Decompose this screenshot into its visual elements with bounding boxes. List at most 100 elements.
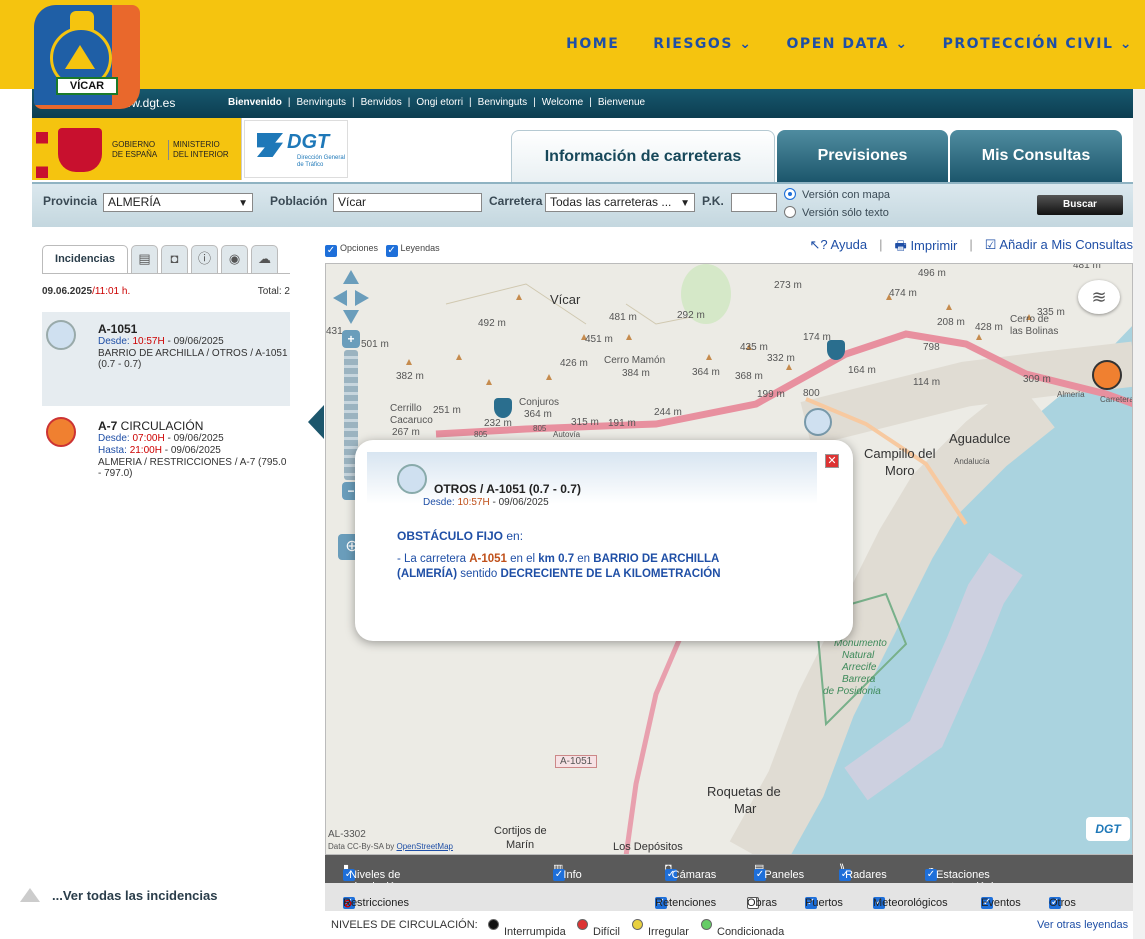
attribution: Data CC-By-SA by OpenStreetMap [328,842,453,851]
radar-icon[interactable]: ◉ [221,245,248,273]
proteccion-civil-logo[interactable]: VÍCAR [34,5,140,109]
dgt-language-bar: www.dgt.es Bienvenido | Benvinguts | Benvi… [32,89,1133,118]
leyendas-checkbox[interactable]: ✓ Leyendas [385,243,440,257]
provincia-select[interactable]: ALMERÍA ▼ [103,193,253,212]
popup-obs: OBSTÁCULO FIJO en: [397,529,524,543]
place-label: Los Depósitos [613,841,683,853]
lang-link[interactable]: Bienvenue [598,97,645,108]
ver-otras-leyendas-link[interactable]: Ver otras leyendas [1037,919,1128,931]
tab-previsiones[interactable]: Previsiones [777,130,948,182]
legend-niveles-checkbox[interactable]: ✓ ▮ Niveles de circulación [343,862,401,893]
camera-icon[interactable]: ◘ [161,245,188,273]
place-label: Arrecife [842,662,877,673]
radio-version-mapa[interactable]: Versión con mapa [784,188,890,201]
elevation-label: 309 m [1023,374,1051,385]
road-label: Almería [1057,390,1085,399]
place-label: Roquetas de [707,784,781,799]
info-panel-icon[interactable]: ⓘ [191,245,218,273]
incident-item[interactable]: A-1051 Desde: 10:57H - 09/06/2025 BARRIO… [42,312,290,406]
legend-estaciones-checkbox[interactable]: ✓ ☁ Estaciones meteorológicas [925,862,1011,893]
elevation-label: 428 m [975,322,1003,333]
main-nav: HOME RIESGOS ⌄ OPEN DATA ⌄ PROTECCIÓN CI… [566,36,1133,52]
camera-marker-icon[interactable] [494,398,512,418]
buscar-button[interactable]: Buscar [1037,195,1123,215]
tab-incidencias[interactable]: Incidencias [42,245,128,273]
nav-proteccion-civil[interactable]: PROTECCIÓN CIVIL ⌄ [943,36,1133,52]
radio-version-texto[interactable]: Versión sólo texto [784,206,889,219]
road-label: Carretera [1100,395,1133,404]
triangle-icon [20,888,40,902]
scrollbar[interactable] [1133,89,1145,939]
place-label: Barrera [842,674,876,685]
lang-link[interactable]: Bienvenido [228,97,282,108]
dgt-logo[interactable]: DGT Dirección General de Tráfico [244,120,348,178]
legend-radares-checkbox[interactable]: ✓ ⟫ Radares [839,862,887,881]
legend-camaras-checkbox[interactable]: ✓ ◘ Cámaras [665,862,716,881]
elevation-label: 474 m [889,288,917,299]
opciones-checkbox[interactable]: ✓ Opciones [325,243,378,257]
anadir-consultas-link[interactable]: ☑ Añadir a Mis Consultas [985,237,1133,259]
layers-icon[interactable]: ≋ [1078,280,1120,314]
elevation-label: 267 m [392,427,420,438]
legend-sensores-checkbox[interactable]: ✓ ▥ Info sensores [553,862,608,893]
provincia-label: Provincia [43,194,98,208]
place-label: Marín [506,839,535,851]
elevation-label: 481 m [1073,263,1101,271]
popup-title: OTROS / A-1051 (0.7 - 0.7) [434,482,581,496]
lang-link[interactable]: Welcome [542,97,584,108]
place-label: Moro [885,463,915,478]
pan-right-icon[interactable] [355,290,369,306]
close-icon[interactable]: ✕ [825,454,839,468]
elevation-label: 292 m [677,310,705,321]
elevation-label: 191 m [608,418,636,429]
search-bar: Provincia ALMERÍA ▼ Población Vícar Carre… [32,182,1133,227]
pan-up-icon[interactable] [343,270,359,284]
elevation-label: 114 m [913,377,941,388]
pk-input[interactable] [731,193,777,212]
place-label: Monumento [834,638,887,649]
legend-bar-1: ✓ ▮ Niveles de circulación ✓ ▥ Info sens… [325,855,1133,893]
imprimir-link[interactable]: 🖶 Imprimir [895,237,958,259]
weather-icon[interactable]: ☁ [251,245,278,273]
place-label: Cortijos de [494,825,547,837]
pan-left-icon[interactable] [333,290,347,306]
elevation-label: 244 m [654,407,682,418]
elevation-label: 481 m [609,312,637,323]
restriction-marker-icon[interactable] [1092,360,1122,390]
elevation-label: 332 m [767,353,795,364]
elevation-label: 251 m [433,405,461,416]
sidebar-tabs: Incidencias ▤ ◘ ⓘ ◉ ☁ [42,245,278,273]
obstacle-marker-icon[interactable] [804,408,832,436]
elevation-label: 426 m [560,358,588,369]
elevation-label: 382 m [396,371,424,382]
place-label: Natural [842,650,875,661]
lang-link[interactable]: Ongi etorri [416,97,463,108]
nav-home[interactable]: HOME [566,36,619,52]
poblacion-label: Población [270,194,328,208]
message-sign-icon[interactable]: ▤ [131,245,158,273]
place-label: Conjuros [519,397,560,408]
road-km-label: 805 [533,424,547,433]
elevation-label: 208 m [937,317,965,328]
elevation-label: 364 m [524,409,552,420]
incident-item[interactable]: A-7 CIRCULACIÓN Desde: 07:00H - 09/06/20… [42,409,290,479]
road-km-label: 800 [803,388,820,399]
ver-todas-link[interactable]: ...Ver todas las incidencias [20,888,260,903]
nav-open-data[interactable]: OPEN DATA ⌄ [787,36,909,52]
elevation-label: 315 m [571,417,599,428]
tab-informacion-carreteras[interactable]: Información de carreteras [511,130,775,182]
nav-riesgos[interactable]: RIESGOS ⌄ [653,36,752,52]
dgt-map-logo: DGT [1086,817,1130,841]
lang-link[interactable]: Benvinguts [478,97,527,108]
ayuda-link[interactable]: ↖? Ayuda [809,237,867,259]
pan-down-icon[interactable] [343,310,359,324]
carretera-select[interactable]: Todas las carreteras ... ▼ [545,193,695,212]
legend-paneles-checkbox[interactable]: ✓ ▤ Paneles [754,862,804,881]
tab-mis-consultas[interactable]: Mis Consultas [950,130,1122,182]
poblacion-input[interactable]: Vícar [333,193,482,212]
zoom-in-icon[interactable]: + [342,330,360,348]
camera-marker-icon[interactable] [827,340,845,360]
place-label: Cerro Mamón [604,355,666,366]
lang-link[interactable]: Benvinguts [297,97,346,108]
lang-link[interactable]: Benvidos [361,97,402,108]
